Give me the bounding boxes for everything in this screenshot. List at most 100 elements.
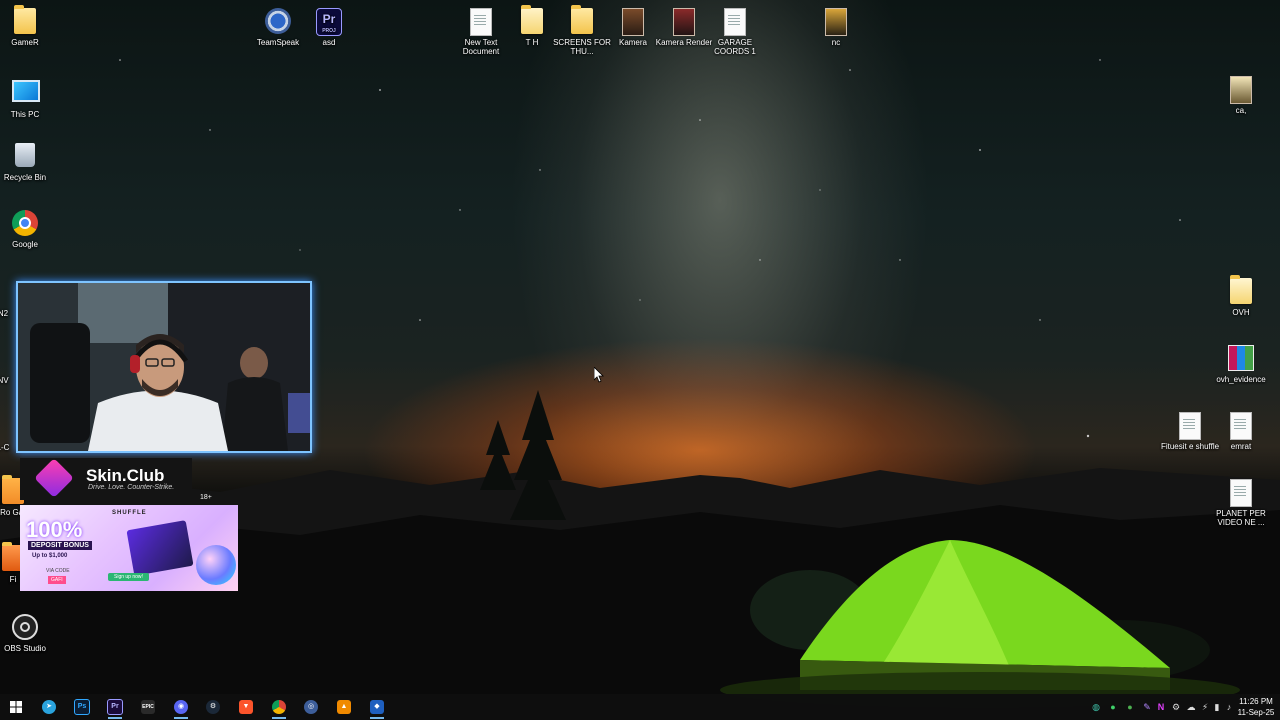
- ad-signup-button[interactable]: Sign up now!: [108, 573, 149, 581]
- obs-icon: [12, 614, 38, 640]
- tray-status-icon[interactable]: ●: [1107, 700, 1119, 714]
- webcam-overlay: [16, 281, 312, 453]
- desktop-icon-label: emrat: [1230, 442, 1252, 451]
- sponsor-banner[interactable]: Skin.Club Drive. Love. Counter-Strike. 1…: [20, 458, 212, 501]
- taskbar-discord[interactable]: ◉: [170, 697, 192, 719]
- desktop-icon-asd[interactable]: Pr PROJ asd: [296, 8, 362, 47]
- folder-icon: [1230, 275, 1252, 304]
- tray-network-app-icon[interactable]: ◍: [1090, 700, 1102, 714]
- text-file-icon: [470, 8, 492, 36]
- tray-onenote-icon[interactable]: N: [1155, 700, 1167, 714]
- desktop-icon-google[interactable]: Google: [0, 210, 58, 249]
- taskbar-clock[interactable]: 11:26 PM 11-Sep-25: [1236, 696, 1276, 718]
- shuffle-ad-banner[interactable]: SHUFFLE 100% DEPOSIT BONUS Up to $1,000 …: [20, 505, 238, 591]
- desktop-icon-nc[interactable]: nc: [803, 8, 869, 47]
- steam-icon: ⚙: [206, 700, 220, 714]
- clock-time: 11:26 PM: [1239, 697, 1273, 706]
- desktop-icon-gamer[interactable]: GameR: [0, 5, 58, 47]
- chrome-icon: [272, 700, 286, 714]
- sponsor-name: Skin.Club: [86, 466, 165, 485]
- ad-bonus: DEPOSIT BONUS: [28, 541, 92, 550]
- taskbar-photoshop[interactable]: Ps: [71, 697, 93, 717]
- taskbar-steam[interactable]: ⚙: [202, 697, 224, 717]
- taskbar-brave[interactable]: ▼: [235, 697, 257, 717]
- photo-folder-icon: [1230, 76, 1252, 104]
- desktop-icon-garage-coords[interactable]: GARAGE COORDS 1: [702, 8, 768, 56]
- tray-steam-icon[interactable]: ⚙: [1170, 700, 1182, 714]
- taskbar-vlc[interactable]: ▲: [333, 697, 355, 717]
- desktop-icon-label: L-C: [0, 443, 10, 452]
- photoshop-icon: Ps: [74, 699, 90, 715]
- skinclub-logo-icon: [34, 458, 74, 498]
- premiere-project-icon: Pr PROJ: [316, 8, 342, 36]
- taskbar-chrome[interactable]: [268, 697, 290, 719]
- ad-brand: SHUFFLE: [112, 510, 147, 516]
- start-button[interactable]: [5, 697, 27, 717]
- tray-status-icon[interactable]: ●: [1124, 700, 1136, 714]
- desktop-icon-label: Recycle Bin: [3, 173, 47, 182]
- folder-icon: [571, 5, 593, 34]
- premiere-icon: Pr: [107, 699, 123, 715]
- windows-logo-icon: [10, 701, 22, 713]
- text-file-icon: [1230, 412, 1252, 440]
- taskbar-epic-games[interactable]: EPIC: [137, 697, 159, 717]
- desktop-icon-label: ca,: [1235, 106, 1247, 115]
- desktop-icon-obs-studio[interactable]: OBS Studio: [0, 614, 58, 653]
- ad-code: GAFI: [48, 576, 66, 584]
- clock-date: 11-Sep-25: [1237, 708, 1275, 717]
- photo-folder-icon: [622, 8, 644, 36]
- desktop-icon-ovh-evidence[interactable]: ovh_evidence: [1208, 345, 1274, 384]
- desktop-icon-label: This PC: [10, 110, 40, 119]
- winrar-archive-icon: [1228, 345, 1254, 371]
- desktop-icon-label: GameR: [11, 38, 39, 47]
- telegram-icon: ➤: [42, 700, 56, 714]
- teamspeak-icon: [265, 8, 291, 34]
- desktop-icon-label: ovh_evidence: [1216, 375, 1266, 384]
- desktop-icon-ovh[interactable]: OVH: [1208, 275, 1274, 317]
- desktop-icon-label: NV: [0, 376, 9, 385]
- desktop-icon-label: PLANET PER VIDEO NE ...: [1216, 509, 1266, 527]
- desktop-icon-label: GARAGE COORDS 1: [714, 38, 756, 56]
- text-file-icon: [724, 8, 746, 36]
- desktop-icon-label: OBS Studio: [4, 644, 46, 653]
- desktop-icon-label: Fi: [9, 575, 17, 584]
- tray-battery-icon[interactable]: ▮: [1211, 700, 1223, 714]
- tray-pen-icon[interactable]: ✎: [1141, 700, 1153, 714]
- desktop-icon-label: asd: [322, 38, 336, 47]
- photo-folder-icon: [825, 8, 847, 36]
- desktop-icon-recycle-bin[interactable]: Recycle Bin: [0, 143, 58, 182]
- sponsor-age-badge: 18+: [200, 494, 212, 501]
- tray-volume-icon[interactable]: ♪: [1223, 700, 1235, 714]
- chrome-icon: [12, 210, 38, 236]
- desktop-icon-ca[interactable]: ca,: [1208, 76, 1274, 115]
- desktop-icon-label: New Text Document: [462, 38, 500, 56]
- desktop-icon-label: T H: [525, 38, 539, 47]
- discord-icon: ◉: [174, 700, 188, 714]
- taskbar-app[interactable]: ◆: [366, 697, 388, 719]
- epic-games-icon: EPIC: [141, 700, 155, 714]
- ad-cards-graphic: [126, 520, 194, 576]
- ad-code-label: VIA CODE: [46, 568, 70, 574]
- ad-upto: Up to $1,000: [32, 553, 68, 559]
- teamspeak-icon: ◎: [304, 700, 318, 714]
- brave-icon: ▼: [239, 700, 253, 714]
- desktop-icon-emrat[interactable]: emrat: [1208, 412, 1274, 451]
- tray-power-icon[interactable]: ⚡: [1199, 700, 1211, 714]
- taskbar-telegram[interactable]: ➤: [38, 697, 60, 717]
- desktop-icon-planet-per-video[interactable]: PLANET PER VIDEO NE ...: [1208, 479, 1274, 527]
- tray-onedrive-icon[interactable]: ☁: [1185, 700, 1197, 714]
- computer-icon: [12, 80, 40, 102]
- premiere-badge-text: Pr: [322, 12, 336, 26]
- taskbar-teamspeak[interactable]: ◎: [300, 697, 322, 717]
- folder-icon: [14, 5, 36, 34]
- taskbar-premiere[interactable]: Pr: [104, 697, 126, 719]
- folder-icon: [521, 5, 543, 34]
- desktop-icon-this-pc[interactable]: This PC: [0, 76, 58, 119]
- vlc-icon: ▲: [337, 700, 351, 714]
- desktop-icon-label: OVH: [1232, 308, 1250, 317]
- sponsor-tagline: Drive. Love. Counter-Strike.: [88, 484, 175, 491]
- recycle-bin-icon: [15, 143, 35, 167]
- taskbar: ➤ Ps Pr EPIC ◉ ⚙ ▼ ◎ ▲ ◆ ◍ ● ● ✎ N ⚙ ☁ ⚡…: [0, 694, 1280, 720]
- premiere-badge-sub: PROJ: [322, 28, 336, 34]
- text-file-icon: [1179, 412, 1201, 440]
